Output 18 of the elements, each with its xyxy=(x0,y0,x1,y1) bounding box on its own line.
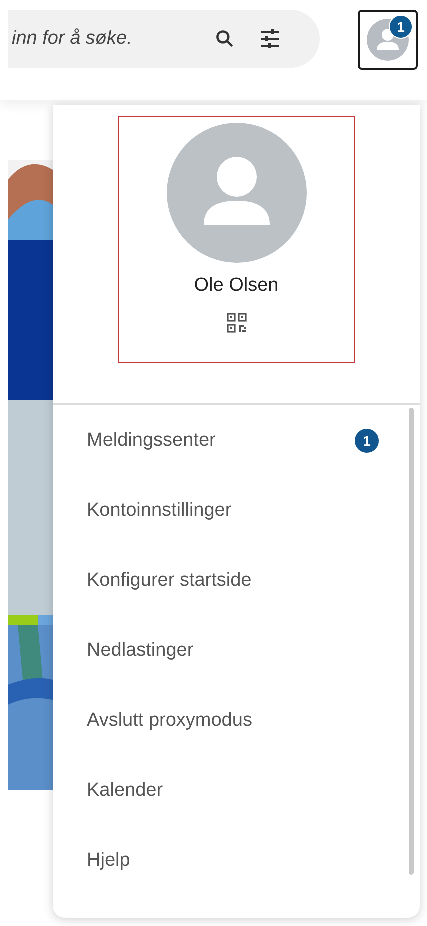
notification-badge: 1 xyxy=(355,429,379,453)
menu-item[interactable]: Konfigurer startside xyxy=(53,546,409,616)
account-button[interactable]: 1 xyxy=(358,10,418,70)
menu-item[interactable]: Kalender xyxy=(53,756,409,826)
notification-badge: 1 xyxy=(389,15,413,39)
filter-icon[interactable] xyxy=(258,27,282,51)
menu-item[interactable]: Hjelp xyxy=(53,826,409,896)
menu-item[interactable]: Avslutt proxymodus xyxy=(53,686,409,756)
avatar-icon xyxy=(166,123,306,263)
profile-card[interactable]: Ole Olsen xyxy=(118,116,355,363)
qr-code-icon[interactable] xyxy=(226,313,246,333)
search-icon[interactable] xyxy=(214,28,236,50)
menu-item[interactable]: Meldingssenter 1 xyxy=(53,406,409,476)
scrollbar[interactable] xyxy=(409,408,414,875)
search-field[interactable]: inn for å søke. xyxy=(8,28,192,50)
user-name: Ole Olsen xyxy=(194,275,279,297)
menu-item[interactable]: Kontoinnstillinger xyxy=(53,476,409,546)
menu-item[interactable]: Nedlastinger xyxy=(53,616,409,686)
